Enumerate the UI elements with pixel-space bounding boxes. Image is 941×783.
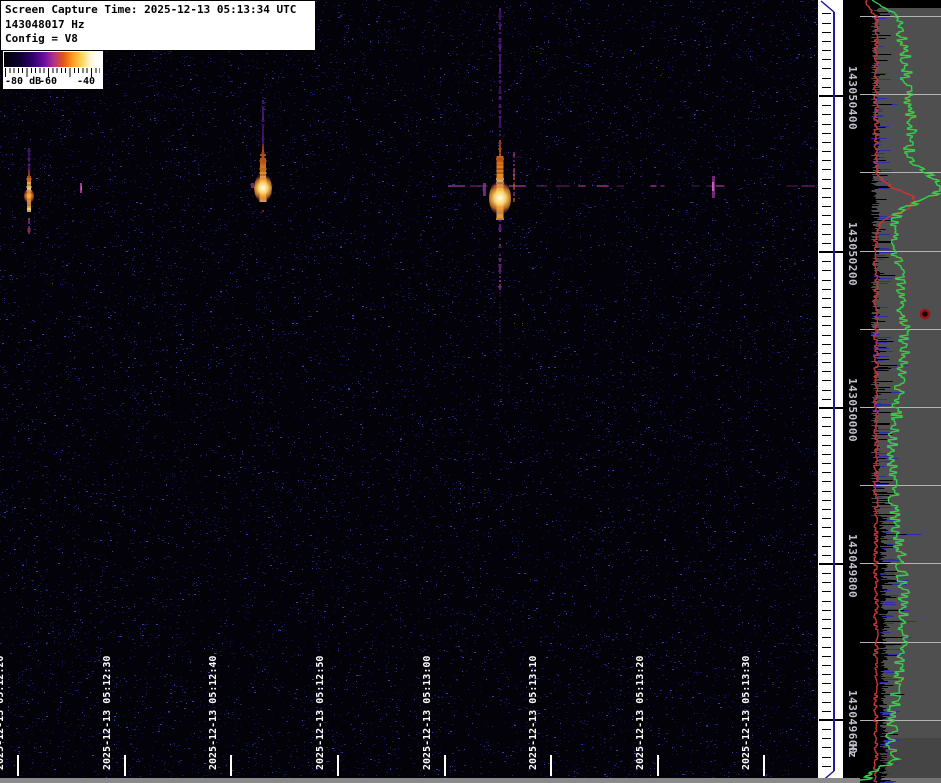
- time-tick-mark: [763, 755, 765, 776]
- spectrogram-app-screen: Screen Capture Time: 2025-12-13 05:13:34…: [0, 0, 941, 783]
- legend-label-max: -40: [77, 76, 96, 87]
- time-tick-mark: [124, 755, 126, 776]
- time-tick-label: 2025-12-13 05:12:50: [315, 655, 326, 770]
- time-tick-label: 2025-12-13 05:12:30: [102, 655, 113, 770]
- time-tick-mark: [337, 755, 339, 776]
- freq-tick-label: 143050000: [846, 378, 859, 443]
- capture-info-box: Screen Capture Time: 2025-12-13 05:13:34…: [0, 0, 316, 51]
- freq-tick-label: 143049800: [846, 534, 859, 599]
- time-tick-label: 2025-12-13 05:12:40: [208, 655, 219, 770]
- legend-label-min: -80 dB: [5, 76, 42, 87]
- freq-tick-label: 143050400: [846, 66, 859, 131]
- time-tick-label: 2025-12-13 05:13:30: [741, 655, 752, 770]
- legend-label-mid: -60: [39, 76, 58, 87]
- capture-time-text: Screen Capture Time: 2025-12-13 05:13:34…: [5, 3, 297, 16]
- spectrogram-waterfall: [0, 0, 818, 783]
- time-tick-label: 2025-12-13 05:12:20: [0, 655, 6, 770]
- time-tick-mark: [230, 755, 232, 776]
- time-tick-mark: [657, 755, 659, 776]
- freq-tick-label: 143050200: [846, 222, 859, 287]
- colorbar-gradient: [4, 52, 101, 67]
- time-tick-label: 2025-12-13 05:13:00: [422, 655, 433, 770]
- spectrum-side-panel: [860, 0, 941, 783]
- time-tick-mark: [444, 755, 446, 776]
- time-tick-mark: [550, 755, 552, 776]
- db-color-legend: -80 dB -60 -40: [3, 51, 103, 89]
- time-tick-label: 2025-12-13 05:13:10: [528, 655, 539, 770]
- time-tick-label: 2025-12-13 05:13:20: [635, 655, 646, 770]
- tuned-frequency-text: 143048017 Hz: [5, 17, 85, 31]
- freq-axis-unit: Hz: [846, 744, 859, 759]
- colorbar-minor-ticks: [5, 68, 100, 73]
- config-text: Config = V8: [5, 32, 78, 45]
- time-tick-mark: [17, 755, 19, 776]
